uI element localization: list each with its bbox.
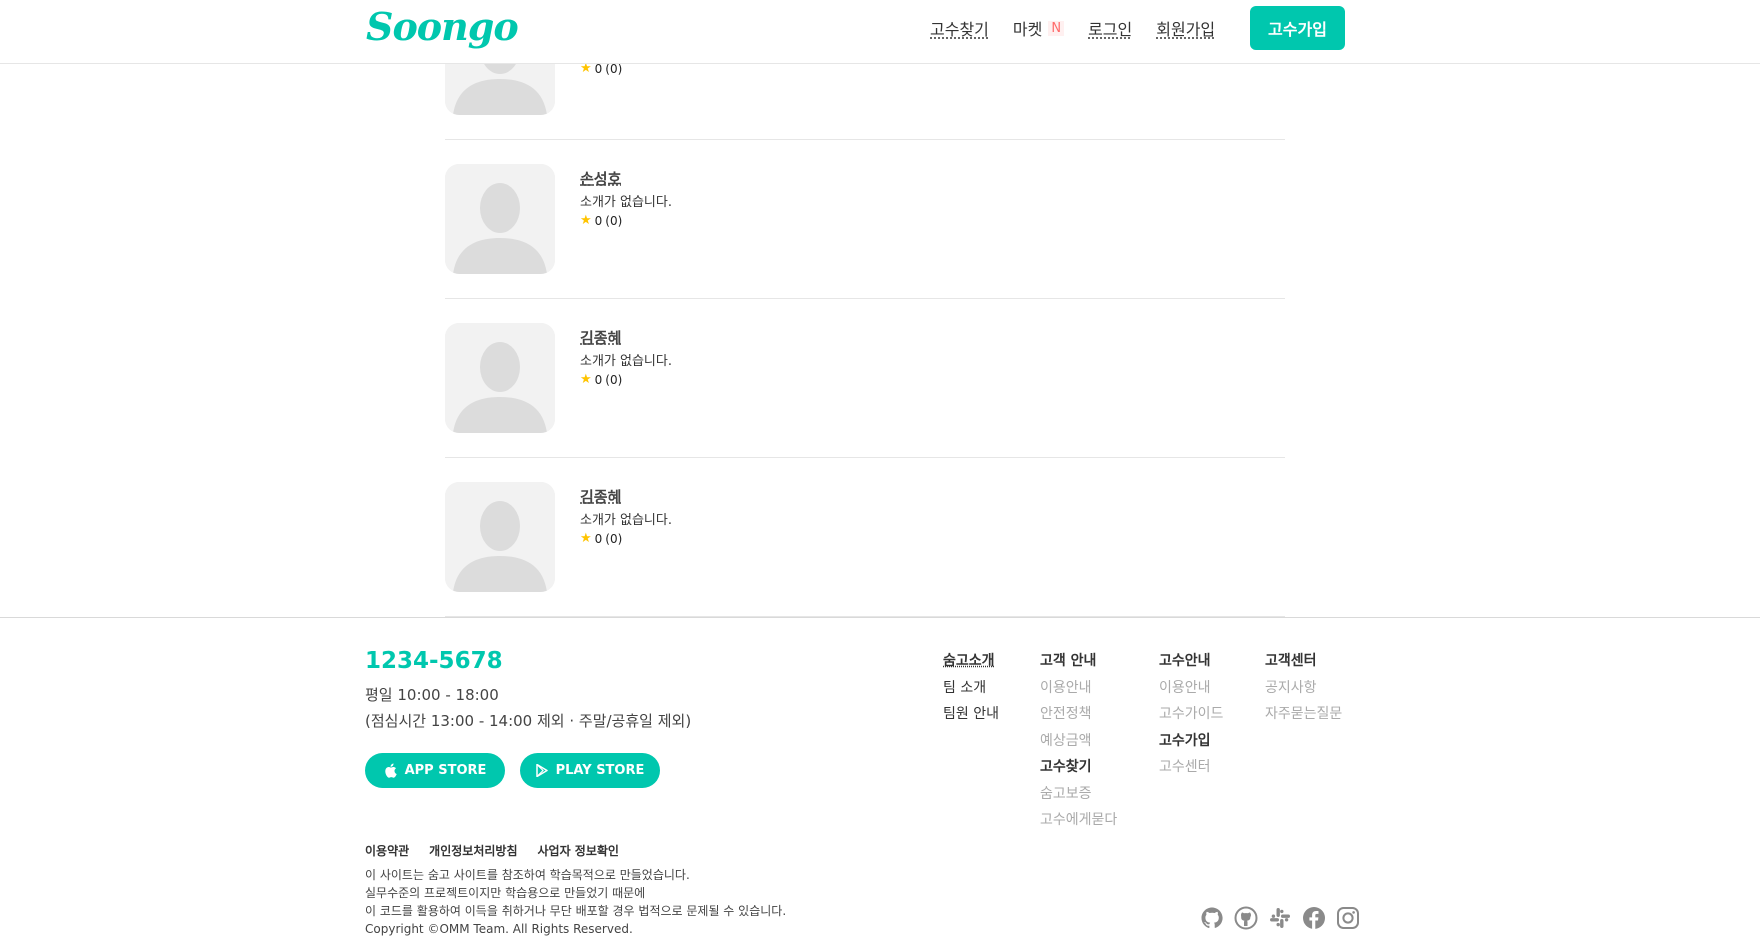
footer-link[interactable]: 예상금액 (1040, 728, 1117, 755)
rating: ★ 0 (0) (580, 531, 623, 546)
apple-icon (384, 763, 397, 778)
star-icon: ★ (580, 372, 592, 387)
play-store-icon (535, 764, 548, 777)
play-store-button[interactable]: PLAY STORE (520, 753, 660, 788)
footer-col-pro: 고수안내 이용안내 고수가이드 고수가입 고수센터 (1159, 648, 1223, 781)
site-notice: 이 사이트는 숨고 사이트를 참조하여 학습목적으로 만들었습니다. 실무수준의… (365, 866, 786, 938)
footer-link[interactable]: 고수가이드 (1159, 701, 1223, 728)
footer-link[interactable]: 이용안내 (1159, 675, 1223, 702)
slack-icon[interactable] (1268, 906, 1292, 930)
instagram-icon[interactable] (1336, 906, 1360, 930)
terms-link[interactable]: 이용약관 (365, 842, 409, 859)
avatar (445, 323, 555, 433)
footer-col-header[interactable]: 고객센터 (1265, 648, 1342, 675)
footer-col-customer: 고객 안내 이용안내 안전정책 예상금액 고수찾기 숨고보증 고수에게묻다 (1040, 648, 1117, 834)
profile-intro: 소개가 없습니다. (580, 354, 672, 369)
footer-link[interactable]: 고수에게묻다 (1040, 807, 1117, 834)
facebook-icon[interactable] (1302, 906, 1326, 930)
person-silhouette-icon (445, 164, 555, 274)
copyright: Copyright ©OMM Team. All Rights Reserved… (365, 922, 633, 936)
notice-line: 이 사이트는 숨고 사이트를 참조하여 학습목적으로 만들었습니다. (365, 868, 690, 882)
avatar (445, 482, 555, 592)
profile-name[interactable]: 손성호 (580, 168, 672, 190)
app-store-button[interactable]: APP STORE (365, 753, 505, 788)
rating: ★ 0 (0) (580, 213, 623, 228)
app-store-label: APP STORE (404, 763, 487, 778)
footer-link[interactable]: 팀원 안내 (943, 701, 999, 728)
logo[interactable]: Soongo (366, 4, 519, 49)
notice-line: 실무수준의 프로젝트이지만 학습용으로 만들었기 때문에 (365, 886, 646, 900)
list-item[interactable]: 손성호 소개가 없습니다. ★ 0 (0) (445, 140, 1285, 299)
top-header: Soongo 고수찾기 마켓 N 로그인 회원가입 고수가입 (0, 0, 1760, 64)
person-silhouette-icon (445, 482, 555, 592)
nav-signup[interactable]: 회원가입 (1156, 16, 1215, 40)
business-info-link[interactable]: 사업자 정보확인 (538, 842, 619, 859)
notice-line: 이 코드를 활용하여 이득을 취하거나 무단 배포할 경우 법적으로 문제될 수… (365, 904, 787, 918)
support-phone: 1234-5678 (365, 648, 503, 674)
footer-link[interactable]: 이용안내 (1040, 675, 1117, 702)
footer-col-header[interactable]: 고객 안내 (1040, 648, 1117, 675)
nav-find-pro[interactable]: 고수찾기 (930, 16, 989, 40)
profile-intro: 소개가 없습니다. (580, 513, 672, 528)
footer-link[interactable]: 고수센터 (1159, 754, 1223, 781)
footer-link[interactable]: 숨고소개 (943, 648, 999, 675)
play-store-label: PLAY STORE (555, 763, 645, 778)
nav-market[interactable]: 마켓 N (1012, 16, 1065, 40)
footer-link[interactable]: 숨고보증 (1040, 781, 1117, 808)
footer-col-header[interactable]: 고수안내 (1159, 648, 1223, 675)
footer-col-support: 고객센터 공지사항 자주묻는질문 (1265, 648, 1342, 728)
footer-link[interactable]: 공지사항 (1265, 675, 1342, 702)
new-badge: N (1048, 20, 1065, 36)
footer-link[interactable]: 안전정책 (1040, 701, 1117, 728)
profile-name[interactable]: 김종혜 (580, 327, 672, 349)
social-links (1200, 906, 1360, 930)
footer: 1234-5678 평일 10:00 - 18:00 (점심시간 13:00 -… (0, 617, 1760, 942)
profile-intro: 소개가 없습니다. (580, 195, 672, 210)
rating: ★ 0 (0) (580, 372, 623, 387)
list-item[interactable]: 김종혜 소개가 없습니다. ★ 0 (0) (445, 299, 1285, 458)
nav-market-label: 마켓 (1012, 20, 1043, 39)
github-alt-icon[interactable] (1234, 906, 1258, 930)
privacy-link[interactable]: 개인정보처리방침 (429, 842, 517, 859)
footer-link[interactable]: 고수가입 (1159, 728, 1223, 755)
person-silhouette-icon (445, 323, 555, 433)
support-hours: 평일 10:00 - 18:00 (365, 686, 499, 704)
profile-info: 손성호 소개가 없습니다. ★ 0 (0) (580, 168, 672, 228)
footer-link[interactable]: 팀 소개 (943, 675, 999, 702)
profile-name[interactable]: 김종혜 (580, 486, 672, 508)
star-icon: ★ (580, 213, 592, 228)
list-item[interactable]: 김종혜 소개가 없습니다. ★ 0 (0) (445, 458, 1285, 617)
profile-info: 김종혜 소개가 없습니다. ★ 0 (0) (580, 486, 672, 546)
support-hours-note: (점심시간 13:00 - 14:00 제외 · 주말/공휴일 제외) (365, 712, 692, 730)
avatar (445, 164, 555, 274)
github-icon[interactable] (1200, 906, 1224, 930)
nav-login[interactable]: 로그인 (1088, 16, 1132, 40)
profile-info: 김종혜 소개가 없습니다. ★ 0 (0) (580, 327, 672, 387)
pro-signup-button[interactable]: 고수가입 (1250, 6, 1345, 50)
footer-link[interactable]: 자주묻는질문 (1265, 701, 1342, 728)
star-icon: ★ (580, 531, 592, 546)
footer-link[interactable]: 고수찾기 (1040, 754, 1117, 781)
main-nav: 고수찾기 마켓 N 로그인 회원가입 (930, 0, 1215, 56)
legal-links: 이용약관 개인정보처리방침 사업자 정보확인 (365, 842, 619, 859)
footer-col-about: 숨고소개 팀 소개 팀원 안내 (943, 648, 999, 728)
